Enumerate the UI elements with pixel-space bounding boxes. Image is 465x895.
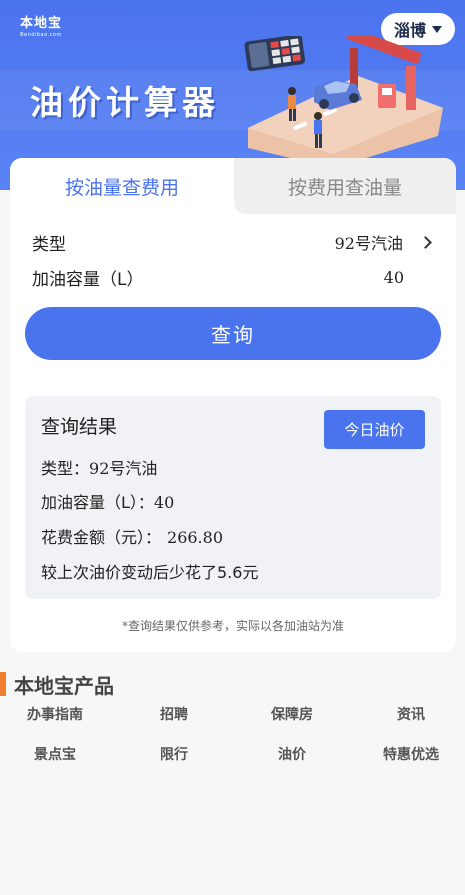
- product-item[interactable]: 限行: [124, 740, 224, 768]
- result-type-prefix: 类型：: [41, 459, 90, 478]
- fuel-type-value-wrap: 92号汽油: [335, 230, 436, 254]
- bendibao-logo[interactable]: 本地宝 Bendibao.com: [18, 12, 64, 38]
- logo-text: 本地宝: [19, 16, 62, 31]
- chevron-right-icon: [419, 235, 432, 249]
- query-button[interactable]: 查询: [25, 307, 441, 360]
- tab-by-cost[interactable]: 按费用查油量: [234, 158, 456, 214]
- logo-subtext: Bendibao.com: [20, 32, 62, 38]
- product-item[interactable]: 景点宝: [5, 740, 105, 768]
- product-item[interactable]: 特惠优选: [361, 740, 461, 768]
- result-type-value: 92号汽油: [89, 459, 158, 478]
- disclaimer: *查询结果仅供参考，实际以各加油站为准: [121, 619, 344, 633]
- products-title: 本地宝产品: [14, 674, 114, 698]
- product-item[interactable]: 办事指南: [5, 700, 105, 728]
- volume-label: 加油容量（L）: [32, 269, 144, 290]
- result-panel: 查询结果 今日油价 类型：92号汽油 加油容量（L）：40 花费金额（元）： 26…: [25, 396, 441, 599]
- caret-down-icon: [432, 25, 442, 33]
- volume-row: 加油容量（L） 40: [32, 262, 436, 292]
- result-volume-prefix: 加油容量（L）：: [41, 493, 154, 512]
- today-price-button[interactable]: 今日油价: [324, 410, 425, 449]
- result-cost-value: 266.80: [167, 528, 223, 547]
- tab-by-volume[interactable]: 按油量查费用: [10, 158, 234, 214]
- product-item[interactable]: 资讯: [361, 700, 461, 728]
- fuel-type-row[interactable]: 类型 92号汽油: [32, 227, 436, 257]
- result-cost: 花费金额（元）： 266.80: [41, 524, 223, 548]
- result-type: 类型：92号汽油: [41, 455, 157, 479]
- result-volume: 加油容量（L）：40: [41, 489, 174, 513]
- result-title: 查询结果: [41, 416, 118, 438]
- product-item[interactable]: 招聘: [124, 700, 224, 728]
- result-cost-prefix: 花费金额（元）：: [41, 528, 162, 547]
- mode-tabs: 按油量查费用 按费用查油量: [10, 158, 456, 214]
- fuel-type-value: 92号汽油: [334, 234, 403, 253]
- gas-station-illustration: [244, 36, 443, 168]
- product-item[interactable]: 油价: [242, 740, 342, 768]
- volume-input[interactable]: 40: [384, 268, 404, 287]
- page-title: 油价计算器: [30, 83, 220, 122]
- fuel-type-label: 类型: [32, 234, 66, 255]
- product-item[interactable]: 保障房: [242, 700, 342, 728]
- result-change: 较上次油价变动后少花了5.6元: [41, 563, 259, 582]
- result-volume-value: 40: [153, 493, 175, 512]
- calculator-card: 按油量查费用 按费用查油量 类型 92号汽油 加油容量（L） 40 查询 查询结…: [10, 158, 456, 652]
- section-accent-bar: [0, 672, 6, 696]
